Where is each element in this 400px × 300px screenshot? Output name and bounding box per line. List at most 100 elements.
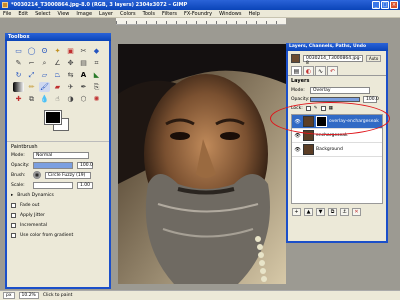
- opacity-slider[interactable]: [33, 161, 73, 169]
- brush-preview-icon[interactable]: [33, 171, 41, 179]
- rect-select-icon[interactable]: ▭: [13, 46, 24, 56]
- tab-undo-icon[interactable]: ↶: [327, 66, 338, 75]
- menu-colors[interactable]: Colors: [120, 11, 136, 17]
- ellipse-select-icon[interactable]: ◯: [26, 46, 37, 56]
- layer-mode-label: Mode:: [291, 88, 305, 93]
- paintbrush-icon[interactable]: 🖌: [39, 82, 50, 92]
- layer-mode-select[interactable]: Overlay: [310, 87, 370, 94]
- duplicate-layer-icon[interactable]: ⧉: [328, 208, 337, 216]
- maximize-button[interactable]: □: [381, 1, 389, 9]
- zoom-icon[interactable]: ⌕: [39, 58, 50, 68]
- layer-buttons: + ▲ ▼ ⧉ ⚓ ✕: [288, 204, 386, 220]
- cage-icon[interactable]: ⬡: [78, 94, 89, 104]
- status-message: Click to paint: [42, 293, 73, 298]
- tab-layers-icon[interactable]: ▤: [291, 66, 302, 75]
- move-icon[interactable]: ✥: [65, 58, 76, 68]
- mode-label: Mode:: [11, 152, 25, 158]
- menu-fx-foundry[interactable]: FX-Foundry: [184, 11, 212, 17]
- menu-select[interactable]: Select: [35, 11, 50, 17]
- mode-select[interactable]: Normal: [33, 151, 89, 159]
- image-canvas[interactable]: [118, 44, 286, 284]
- raise-layer-icon[interactable]: ▲: [304, 208, 313, 216]
- tab-paths-icon[interactable]: ∿: [315, 66, 326, 75]
- apply-jitter-checkbox[interactable]: [11, 212, 16, 218]
- perspective-clone-icon[interactable]: ⧉: [26, 94, 37, 104]
- measure-icon[interactable]: ∠: [52, 58, 63, 68]
- scale-icon[interactable]: ⤢: [26, 70, 37, 80]
- menu-help[interactable]: Help: [248, 11, 259, 17]
- incremental-checkbox[interactable]: [11, 222, 16, 228]
- shear-icon[interactable]: ▱: [39, 70, 50, 80]
- scale-slider[interactable]: [33, 181, 73, 189]
- paths-icon[interactable]: ✎: [13, 58, 24, 68]
- opacity-row: Opacity: 100.0: [7, 160, 109, 170]
- color-picker-icon[interactable]: ⌐: [26, 58, 37, 68]
- mode-row: Mode: Normal: [7, 150, 109, 160]
- menu-view[interactable]: View: [58, 11, 70, 17]
- foreground-color-swatch[interactable]: [44, 110, 62, 125]
- foreground-select-icon[interactable]: ◆: [91, 46, 102, 56]
- status-bar: px 10.2% Click to paint: [0, 290, 400, 300]
- heal-icon[interactable]: ✚: [13, 94, 24, 104]
- scissors-icon[interactable]: ✂: [78, 46, 89, 56]
- menu-edit[interactable]: Edit: [18, 11, 28, 17]
- unit-select[interactable]: px: [3, 292, 15, 299]
- menu-tools[interactable]: Tools: [143, 11, 155, 17]
- use-gradient-checkbox[interactable]: [11, 232, 16, 238]
- fuzzy-select-icon[interactable]: ✦: [52, 46, 63, 56]
- anchor-layer-icon[interactable]: ⚓: [340, 208, 349, 216]
- eye-icon[interactable]: 👁: [294, 147, 301, 153]
- highlight-annotation: [270, 102, 390, 135]
- option-fade-out: Fade out: [7, 200, 109, 210]
- ink-icon[interactable]: ✒: [78, 82, 89, 92]
- dock-tabs: ▤ ◐ ∿ ↶: [288, 66, 386, 75]
- layer-opacity-value[interactable]: 100.0: [363, 96, 379, 103]
- new-layer-icon[interactable]: +: [292, 208, 301, 216]
- flip-icon[interactable]: ⇆: [65, 70, 76, 80]
- bucket-fill-icon[interactable]: ◣: [91, 70, 102, 80]
- toolbox-panel: Toolbox ▭ ◯ ʘ ✦ ▣ ✂ ◆ ✎ ⌐ ⌕ ∠ ✥ ▤ ⌗ ↻ ⤢ …: [5, 33, 111, 289]
- layer-name[interactable]: Background: [316, 147, 343, 152]
- rotate-icon[interactable]: ↻: [13, 70, 24, 80]
- tab-channels-icon[interactable]: ◐: [303, 66, 314, 75]
- eraser-icon[interactable]: ▰: [52, 82, 63, 92]
- expand-icon[interactable]: ▸: [11, 193, 13, 198]
- menu-filters[interactable]: Filters: [162, 11, 177, 17]
- align-icon[interactable]: ▤: [78, 58, 89, 68]
- clone-icon[interactable]: ⎘: [91, 82, 102, 92]
- blend-icon[interactable]: [13, 82, 24, 92]
- scale-value[interactable]: 1.00: [77, 181, 93, 189]
- free-select-icon[interactable]: ʘ: [39, 46, 50, 56]
- opacity-value[interactable]: 100.0: [77, 161, 93, 169]
- option-incremental: Incremental: [7, 220, 109, 230]
- eye-icon[interactable]: 👁: [294, 133, 301, 139]
- fade-out-checkbox[interactable]: [11, 202, 16, 208]
- portrait-image: [118, 44, 286, 284]
- dodge-icon[interactable]: ◑: [65, 94, 76, 104]
- delete-layer-icon[interactable]: ✕: [352, 208, 361, 216]
- lower-layer-icon[interactable]: ▼: [316, 208, 325, 216]
- fx-icon[interactable]: ✺: [91, 94, 102, 104]
- menu-layer[interactable]: Layer: [99, 11, 113, 17]
- menu-file[interactable]: File: [3, 11, 11, 17]
- menu-windows[interactable]: Windows: [219, 11, 241, 17]
- airbrush-icon[interactable]: ✈: [65, 82, 76, 92]
- layers-panel-title: Layers, Channels, Paths, Undo: [286, 43, 388, 51]
- smudge-icon[interactable]: ☝: [52, 94, 63, 104]
- close-button[interactable]: ×: [390, 1, 398, 9]
- minimize-button[interactable]: _: [372, 1, 380, 9]
- image-selector[interactable]: 0030214_T3000864.jpg-8 Auto: [288, 51, 386, 66]
- layer-item[interactable]: 👁 Background: [292, 143, 382, 157]
- brush-dynamics-label[interactable]: Brush Dynamics: [17, 193, 54, 198]
- pencil-icon[interactable]: ✏: [26, 82, 37, 92]
- crop-icon[interactable]: ⌗: [91, 58, 102, 68]
- zoom-select[interactable]: 10.2%: [18, 292, 39, 299]
- blur-icon[interactable]: 💧: [39, 94, 50, 104]
- menu-image[interactable]: Image: [76, 11, 92, 17]
- layer-opacity-label: Opacity:: [291, 97, 310, 102]
- color-select-icon[interactable]: ▣: [65, 46, 76, 56]
- scale-row: Scale: 1.00: [7, 180, 109, 190]
- auto-button[interactable]: Auto: [366, 55, 382, 62]
- perspective-icon[interactable]: ⏢: [52, 70, 63, 80]
- text-icon[interactable]: A: [78, 70, 89, 80]
